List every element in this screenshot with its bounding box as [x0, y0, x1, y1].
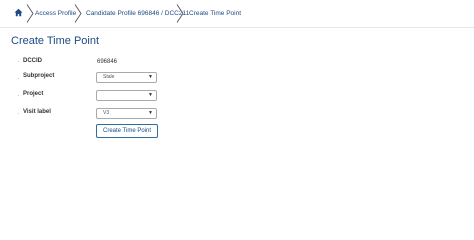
- bullet-dot: [18, 61, 19, 62]
- bullet-dot: [18, 113, 19, 114]
- project-label: Project: [23, 91, 44, 97]
- create-time-point-button[interactable]: Create Time Point: [96, 124, 158, 138]
- page-title: Create Time Point: [11, 35, 100, 47]
- chevron-right-icon: [26, 4, 34, 23]
- visit-label-selected-value: V3: [103, 110, 110, 116]
- breadcrumb-access-profile[interactable]: Access Profile: [35, 9, 76, 18]
- breadcrumb-create-time-point[interactable]: Create Time Point: [189, 9, 241, 18]
- project-select[interactable]: ▼: [96, 90, 157, 101]
- chevron-down-icon: ▼: [148, 92, 153, 98]
- breadcrumb: Access Profile Candidate Profile 696846 …: [0, 0, 474, 28]
- subproject-select[interactable]: Stale ▼: [96, 72, 157, 83]
- visit-label-select[interactable]: V3 ▼: [96, 108, 157, 119]
- dccid-value: 696846: [97, 59, 118, 65]
- chevron-right-icon: [74, 4, 82, 23]
- bullet-dot: [18, 95, 19, 96]
- chevron-down-icon: ▼: [148, 110, 153, 116]
- breadcrumb-candidate-profile[interactable]: Candidate Profile 696846 / DCC211: [86, 9, 189, 18]
- subproject-selected-value: Stale: [103, 74, 115, 80]
- subproject-label: Subproject: [23, 73, 55, 79]
- chevron-down-icon: ▼: [148, 74, 153, 80]
- chevron-right-icon: [176, 4, 184, 23]
- home-icon[interactable]: [14, 8, 23, 17]
- bullet-dot: [18, 78, 19, 79]
- visit-label-label: Visit label: [23, 109, 51, 115]
- dccid-label: DCCID: [23, 58, 42, 64]
